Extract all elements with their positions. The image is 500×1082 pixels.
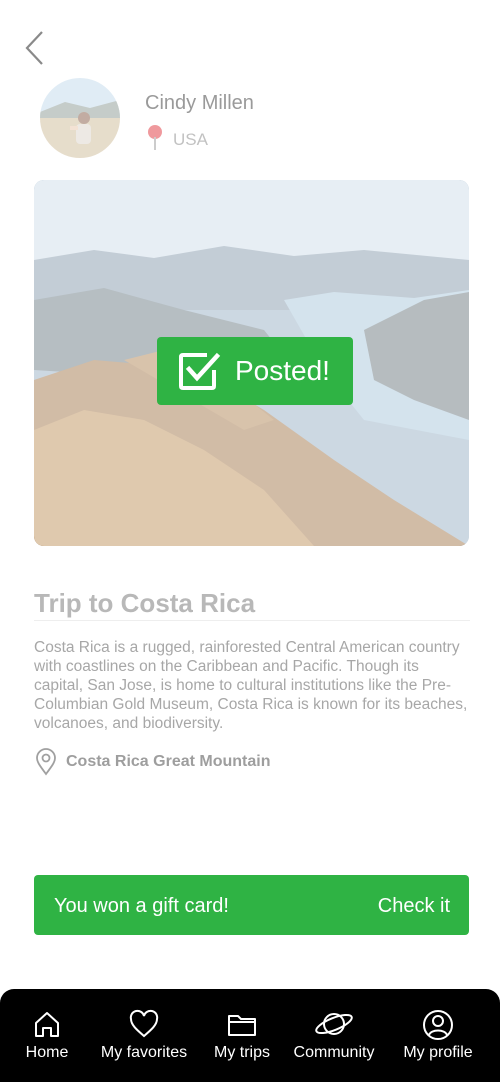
planet-icon (315, 1013, 353, 1035)
chevron-left-icon (25, 31, 43, 65)
user-name: Cindy Millen (145, 92, 254, 114)
location-pin-icon (36, 748, 56, 776)
tab-my-profile[interactable]: My profile (392, 989, 484, 1082)
trip-place[interactable]: Costa Rica Great Mountain (34, 748, 434, 776)
trip-title: Trip to Costa Rica (34, 588, 256, 618)
posted-status-text: Posted! (235, 355, 330, 386)
tab-my-favorites[interactable]: My favorites (94, 989, 194, 1082)
trip-place-text: Costa Rica Great Mountain (66, 753, 271, 770)
title-divider (34, 620, 470, 621)
tab-home[interactable]: Home (10, 989, 84, 1082)
tab-label: My favorites (100, 1044, 188, 1061)
tab-label: My trips (214, 1044, 270, 1061)
folder-icon (228, 1015, 256, 1036)
user-circle-icon (423, 1010, 453, 1040)
map-pin-icon (148, 125, 162, 150)
bottom-tab-bar: Home My favorites My trips Community My … (0, 989, 500, 1082)
gift-card-banner[interactable]: You won a gift card! Check it (34, 875, 469, 935)
trip-description: Costa Rica is a rugged, rainforested Cen… (34, 639, 468, 732)
user-profile-header: Cindy Millen USA (40, 78, 460, 160)
heart-icon (129, 1009, 159, 1038)
gift-card-message: You won a gift card! (54, 895, 229, 917)
tab-label: Home (25, 1044, 69, 1061)
user-location-text: USA (173, 130, 208, 149)
check-it-button[interactable]: Check it (378, 895, 450, 918)
tab-my-trips[interactable]: My trips (204, 989, 280, 1082)
checkbox-checked-icon (179, 352, 221, 390)
avatar[interactable] (40, 78, 120, 158)
tab-community[interactable]: Community (286, 989, 382, 1082)
back-button[interactable] (22, 28, 48, 68)
posted-status-badge: Posted! (157, 337, 353, 405)
tab-label: My profile (403, 1044, 473, 1061)
tab-label: Community (293, 1044, 375, 1061)
home-icon (35, 1012, 59, 1037)
